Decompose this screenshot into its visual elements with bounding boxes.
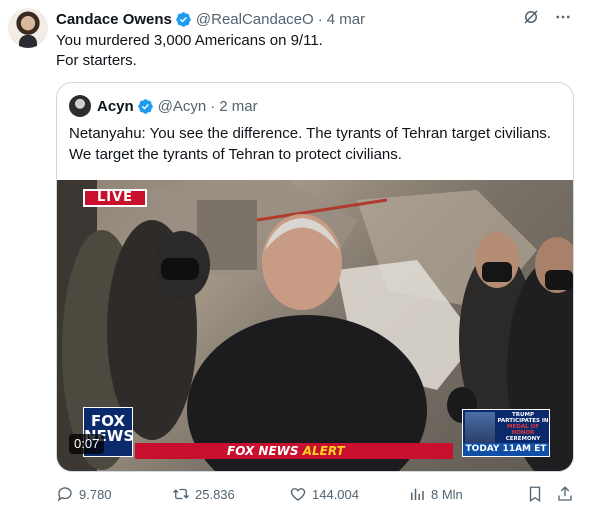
separator-dot: · — [317, 10, 323, 28]
quoted-tweet-text: Netanyahu: You see the difference. The t… — [69, 125, 551, 163]
video-timestamp: 0:07 — [69, 434, 105, 454]
bookmark-button[interactable] — [526, 484, 544, 504]
like-button[interactable]: 144.004 — [289, 484, 359, 504]
separator-dot: · — [210, 97, 216, 115]
video-player[interactable]: LIVE FOX NEWS FOX NEWS ALERT TRUMP PARTI… — [57, 180, 573, 471]
quoted-tweet-header: Acyn @Acyn · 2 mar — [69, 95, 258, 117]
side-promo-time: TODAY 11AM ET — [463, 443, 549, 456]
tweet-header: Candace Owens @RealCandaceO · 4 mar — [56, 9, 365, 29]
grok-icon[interactable] — [522, 8, 540, 26]
tweet-text-line-2: For starters. — [56, 52, 137, 69]
repost-count: 25.836 — [195, 486, 235, 502]
reply-icon — [57, 487, 72, 502]
views-button[interactable]: 8 Mln — [408, 484, 463, 504]
side-line-4: CEREMONY — [505, 436, 541, 442]
views-icon — [411, 488, 424, 500]
tweet-date[interactable]: 4 mar — [327, 11, 365, 28]
author-name[interactable]: Candace Owens — [56, 11, 172, 28]
share-icon — [558, 486, 572, 501]
reply-count: 9.780 — [79, 486, 112, 502]
more-icon[interactable] — [554, 8, 572, 26]
repost-icon — [173, 488, 189, 500]
bookmark-icon — [529, 486, 541, 503]
views-count: 8 Mln — [431, 486, 463, 502]
quoted-author-avatar — [69, 95, 91, 117]
side-promo-box: TRUMP PARTICIPATES IN MEDAL OF HONOR CER… — [462, 409, 550, 457]
tweet-actions: 9.780 25.836 144.004 8 Mln — [56, 484, 576, 504]
author-handle[interactable]: @RealCandaceO — [196, 11, 314, 28]
side-promo-image — [465, 412, 495, 444]
repost-button[interactable]: 25.836 — [172, 484, 235, 504]
alert-word: ALERT — [302, 444, 345, 458]
side-promo-text: TRUMP PARTICIPATES IN MEDAL OF HONOR CER… — [497, 412, 549, 442]
quoted-author-name: Acyn — [97, 97, 134, 115]
quoted-author-handle: @Acyn — [157, 97, 207, 115]
tweet-text: You murdered 3,000 Americans on 9/11. Fo… — [56, 31, 323, 71]
tweet-top-actions — [522, 8, 572, 26]
tweet-text-line-1: You murdered 3,000 Americans on 9/11. — [56, 32, 323, 49]
quoted-tweet-date: 2 mar — [219, 97, 258, 115]
like-icon — [290, 488, 306, 501]
alert-brand: FOX NEWS — [227, 444, 299, 458]
side-line-3: MEDAL OF HONOR — [507, 424, 539, 436]
news-alert-bar: FOX NEWS ALERT — [135, 443, 453, 459]
author-avatar[interactable] — [8, 8, 48, 48]
share-button[interactable] — [556, 484, 574, 504]
verified-badge-icon — [176, 11, 191, 27]
verified-badge-icon — [137, 98, 153, 114]
tweet[interactable]: Candace Owens @RealCandaceO · 4 mar You … — [0, 0, 590, 512]
quoted-tweet[interactable]: Acyn @Acyn · 2 mar Netanyahu: You see th… — [56, 82, 574, 472]
reply-button[interactable]: 9.780 — [56, 484, 112, 504]
live-badge: LIVE — [83, 189, 147, 207]
like-count: 144.004 — [312, 486, 359, 502]
